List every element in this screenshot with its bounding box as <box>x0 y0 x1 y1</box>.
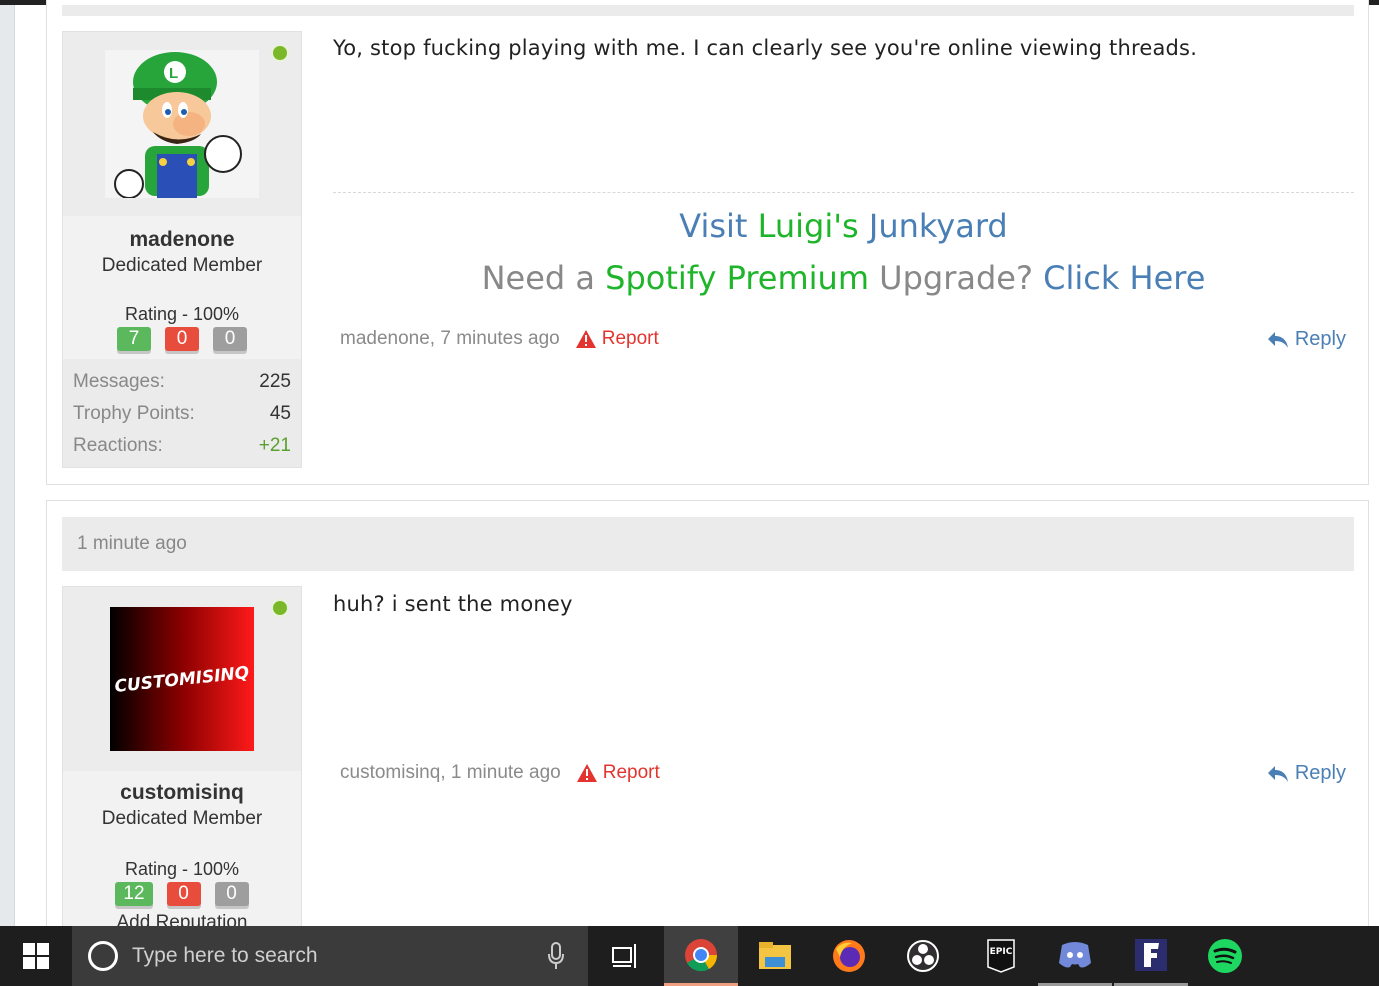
post-author-time[interactable]: madenone, 7 minutes ago <box>340 328 560 350</box>
post-time-header[interactable]: 1 minute ago <box>77 533 187 555</box>
firefox-icon <box>833 940 865 972</box>
microphone-icon[interactable] <box>548 942 564 970</box>
rep-positive-badge: 12 <box>115 882 153 906</box>
reply-icon <box>1267 765 1288 782</box>
avatar-area: CUSTOMISINQ <box>63 587 301 771</box>
start-button[interactable] <box>0 926 72 986</box>
stat-label: Trophy Points: <box>73 403 195 424</box>
sig-link[interactable]: Click Here <box>1043 259 1205 297</box>
stat-label: Reactions: <box>73 435 163 456</box>
stat-label: Messages: <box>73 371 165 392</box>
avatar[interactable]: L <box>105 50 259 198</box>
taskbar-spotify[interactable] <box>1188 926 1262 986</box>
task-view-button[interactable] <box>588 926 662 986</box>
username[interactable]: madenone <box>63 228 301 252</box>
taskbar-firefox[interactable] <box>812 926 886 986</box>
post-header-bar <box>62 5 1354 16</box>
report-link[interactable]: Report <box>576 762 660 784</box>
stat-reactions: Reactions: +21 <box>73 435 291 457</box>
taskbar-obs[interactable] <box>886 926 960 986</box>
post-header-bar: 1 minute ago <box>62 517 1354 571</box>
username[interactable]: customisinq <box>63 781 301 805</box>
signature-divider <box>333 192 1354 193</box>
rep-negative-badge: 0 <box>165 327 199 351</box>
sig-text: Visit <box>679 207 758 245</box>
user-stats: Messages: 225 Trophy Points: 45 Reaction… <box>63 359 301 467</box>
reply-icon <box>1267 331 1288 348</box>
windows-taskbar: Type here to search EPIC <box>0 926 1379 986</box>
reply-label: Reply <box>1294 762 1346 784</box>
stat-messages: Messages: 225 <box>73 371 291 393</box>
reputation-row: 12 0 0 <box>63 882 301 906</box>
user-card: CUSTOMISINQ customisinq Dedicated Member… <box>62 586 302 946</box>
reply-label: Reply <box>1294 328 1346 350</box>
rating-label: Rating - 100% <box>124 859 240 879</box>
taskbar-epic-games[interactable]: EPIC <box>964 926 1038 986</box>
reply-button[interactable]: Reply <box>1267 328 1346 351</box>
online-status-dot <box>271 599 289 617</box>
online-status-dot <box>271 44 289 62</box>
post-message: Yo, stop fucking playing with me. I can … <box>333 36 1198 60</box>
taskbar-discord[interactable] <box>1038 926 1112 986</box>
post-meta: madenone, 7 minutes ago Report <box>340 328 659 350</box>
stat-trophy-points: Trophy Points: 45 <box>73 403 291 425</box>
stat-value[interactable]: 225 <box>259 371 291 393</box>
user-title: Dedicated Member <box>101 808 263 829</box>
cortana-icon <box>88 941 118 971</box>
sig-text-highlight: Luigi's <box>757 207 859 245</box>
task-view-icon <box>612 944 636 968</box>
report-label: Report <box>602 762 660 783</box>
signature-line-2[interactable]: Need a Spotify Premium Upgrade? Click He… <box>333 259 1354 297</box>
warning-icon <box>576 764 597 782</box>
svg-text:L: L <box>169 65 178 82</box>
post-author-time[interactable]: customisinq, 1 minute ago <box>340 762 561 784</box>
sig-text: Need a <box>481 259 606 297</box>
post-message: huh? i sent the money <box>333 592 573 616</box>
sig-text: Junkyard <box>858 207 1008 245</box>
spotify-icon <box>1208 939 1242 973</box>
stat-value[interactable]: +21 <box>259 435 291 457</box>
rep-positive-badge: 7 <box>117 327 151 351</box>
report-link[interactable]: Report <box>575 328 659 350</box>
obs-icon <box>907 940 939 972</box>
page-left-border <box>14 5 15 926</box>
avatar-area: L <box>63 32 301 216</box>
post-meta: customisinq, 1 minute ago Report <box>340 762 660 784</box>
user-card: L madenone Dedicated Member Rating - 100… <box>62 31 302 468</box>
taskbar-search-box[interactable]: Type here to search <box>72 926 588 986</box>
page-left-margin <box>0 5 14 926</box>
rep-neutral-badge: 0 <box>214 882 249 906</box>
discord-icon <box>1059 941 1091 967</box>
epic-label: EPIC <box>990 947 1013 957</box>
signature-line-1[interactable]: Visit Luigi's Junkyard <box>333 207 1354 245</box>
reply-button[interactable]: Reply <box>1267 762 1346 785</box>
warning-icon <box>575 330 596 348</box>
rep-negative-badge: 0 <box>166 882 201 906</box>
windows-logo-icon <box>23 943 49 969</box>
rep-neutral-badge: 0 <box>213 327 247 351</box>
reputation-row: 7 0 0 <box>63 327 301 351</box>
rating-label: Rating - 100% <box>124 304 240 324</box>
epic-games-icon: EPIC <box>987 939 1015 973</box>
user-title: Dedicated Member <box>101 255 263 276</box>
sig-text: Upgrade? <box>868 259 1044 297</box>
sig-text-highlight: Spotify Premium <box>605 259 869 297</box>
stat-value[interactable]: 45 <box>270 403 291 425</box>
fortnite-icon <box>1135 938 1167 971</box>
file-explorer-icon <box>759 942 791 969</box>
search-placeholder: Type here to search <box>132 944 318 967</box>
taskbar-file-explorer[interactable] <box>738 926 812 986</box>
avatar[interactable]: CUSTOMISINQ <box>110 607 254 751</box>
taskbar-fortnite[interactable] <box>1114 926 1188 986</box>
report-label: Report <box>601 328 659 349</box>
taskbar-chrome[interactable] <box>664 926 738 986</box>
chrome-icon <box>685 938 718 971</box>
